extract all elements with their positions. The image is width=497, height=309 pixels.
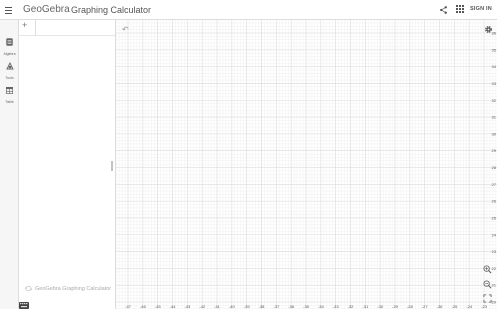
y-tick-label: 35 (492, 47, 497, 52)
y-tick-label: 34 (492, 64, 497, 69)
y-tick-label: 26 (492, 199, 497, 204)
tools-icon (5, 61, 14, 70)
table-icon (5, 86, 14, 95)
x-tick-label: -46 (140, 304, 147, 309)
footer-brand: GeoGebra Graphing Calculator (35, 286, 112, 292)
x-tick-label: -39 (244, 304, 251, 309)
app-title: Graphing Calculator (71, 5, 152, 15)
sign-in-button[interactable]: SIGN IN (470, 6, 492, 12)
x-tick-label: -40 (229, 304, 236, 309)
sidebar-item-label: Algebra (3, 52, 16, 56)
x-tick-label: -32 (348, 304, 355, 309)
x-tick-label: -30 (377, 304, 384, 309)
sidebar-item-label: Tools (5, 76, 14, 80)
x-tick-label: -25 (451, 304, 458, 309)
keyboard-icon[interactable] (19, 302, 29, 309)
x-tick-label: -38 (259, 304, 266, 309)
y-tick-label: 31 (492, 115, 497, 120)
y-tick-label: 21 (492, 283, 497, 288)
x-tick-label: -42 (199, 304, 206, 309)
y-tick-label: 28 (492, 165, 497, 170)
x-tick-label: -45 (155, 304, 162, 309)
y-tick-label: 24 (492, 232, 497, 237)
y-tick-label: 29 (492, 148, 497, 153)
fullscreen-icon[interactable] (483, 294, 492, 303)
x-tick-label: -33 (333, 304, 340, 309)
y-tick-label: 33 (492, 81, 497, 86)
sidebar-item-algebra[interactable]: Algebra (0, 33, 19, 56)
input-divider (35, 20, 36, 35)
y-tick-label: 23 (492, 249, 497, 254)
x-tick-label: -41 (214, 304, 221, 309)
x-tick-label: -27 (422, 304, 429, 309)
panel-resize-handle[interactable] (111, 161, 113, 171)
y-tick-label: 27 (492, 182, 497, 187)
coordinate-grid[interactable]: -47 -46 -45 -44 -43 -42 -41 -40 -39 -38 -37 -36 -35 -… (116, 20, 497, 309)
y-tick-label: 20 (492, 300, 497, 305)
x-tick-label: -36 (288, 304, 295, 309)
x-tick-label: -28 (407, 304, 414, 309)
add-item-button[interactable]: + (22, 20, 27, 30)
left-toolbar: Algebra Tools Table (0, 20, 19, 309)
apps-grid-icon[interactable] (456, 5, 464, 13)
x-tick-label: -31 (362, 304, 369, 309)
zoom-out-icon[interactable] (483, 280, 492, 289)
y-tick-label: 25 (492, 215, 497, 220)
algebra-input-row[interactable]: + (19, 20, 115, 36)
y-tick-label: 32 (492, 98, 497, 103)
x-tick-label: -37 (273, 304, 280, 309)
app-header: GeoGebra Graphing Calculator SIGN IN (0, 0, 497, 20)
x-tick-label: -34 (318, 304, 325, 309)
x-tick-label: -47 (125, 304, 132, 309)
sidebar-item-table[interactable]: Table (0, 81, 19, 104)
algebra-icon (6, 38, 13, 46)
sidebar-item-label: Table (5, 100, 14, 104)
geogebra-logo-icon (25, 285, 32, 292)
sidebar-item-tools[interactable]: Tools (0, 57, 19, 80)
app-logo: GeoGebra (23, 4, 70, 15)
x-tick-label: -35 (303, 304, 310, 309)
x-tick-label: -29 (392, 304, 399, 309)
graphics-view[interactable]: -47 -46 -45 -44 -43 -42 -41 -40 -39 -38 -37 -36 -35 -… (116, 20, 497, 309)
x-tick-label: -44 (170, 304, 177, 309)
menu-icon[interactable] (5, 5, 12, 14)
x-tick-label: -23 (481, 304, 488, 309)
zoom-in-icon[interactable] (483, 265, 492, 274)
algebra-panel: + (19, 20, 116, 309)
y-tick-label: 30 (492, 131, 497, 136)
x-tick-label: -43 (184, 304, 191, 309)
y-tick-label: 22 (492, 266, 497, 271)
share-icon[interactable] (439, 5, 448, 15)
gear-icon[interactable] (484, 25, 493, 34)
x-tick-label: -24 (466, 304, 473, 309)
undo-icon[interactable]: ↶ (122, 25, 129, 34)
x-tick-label: -26 (437, 304, 444, 309)
